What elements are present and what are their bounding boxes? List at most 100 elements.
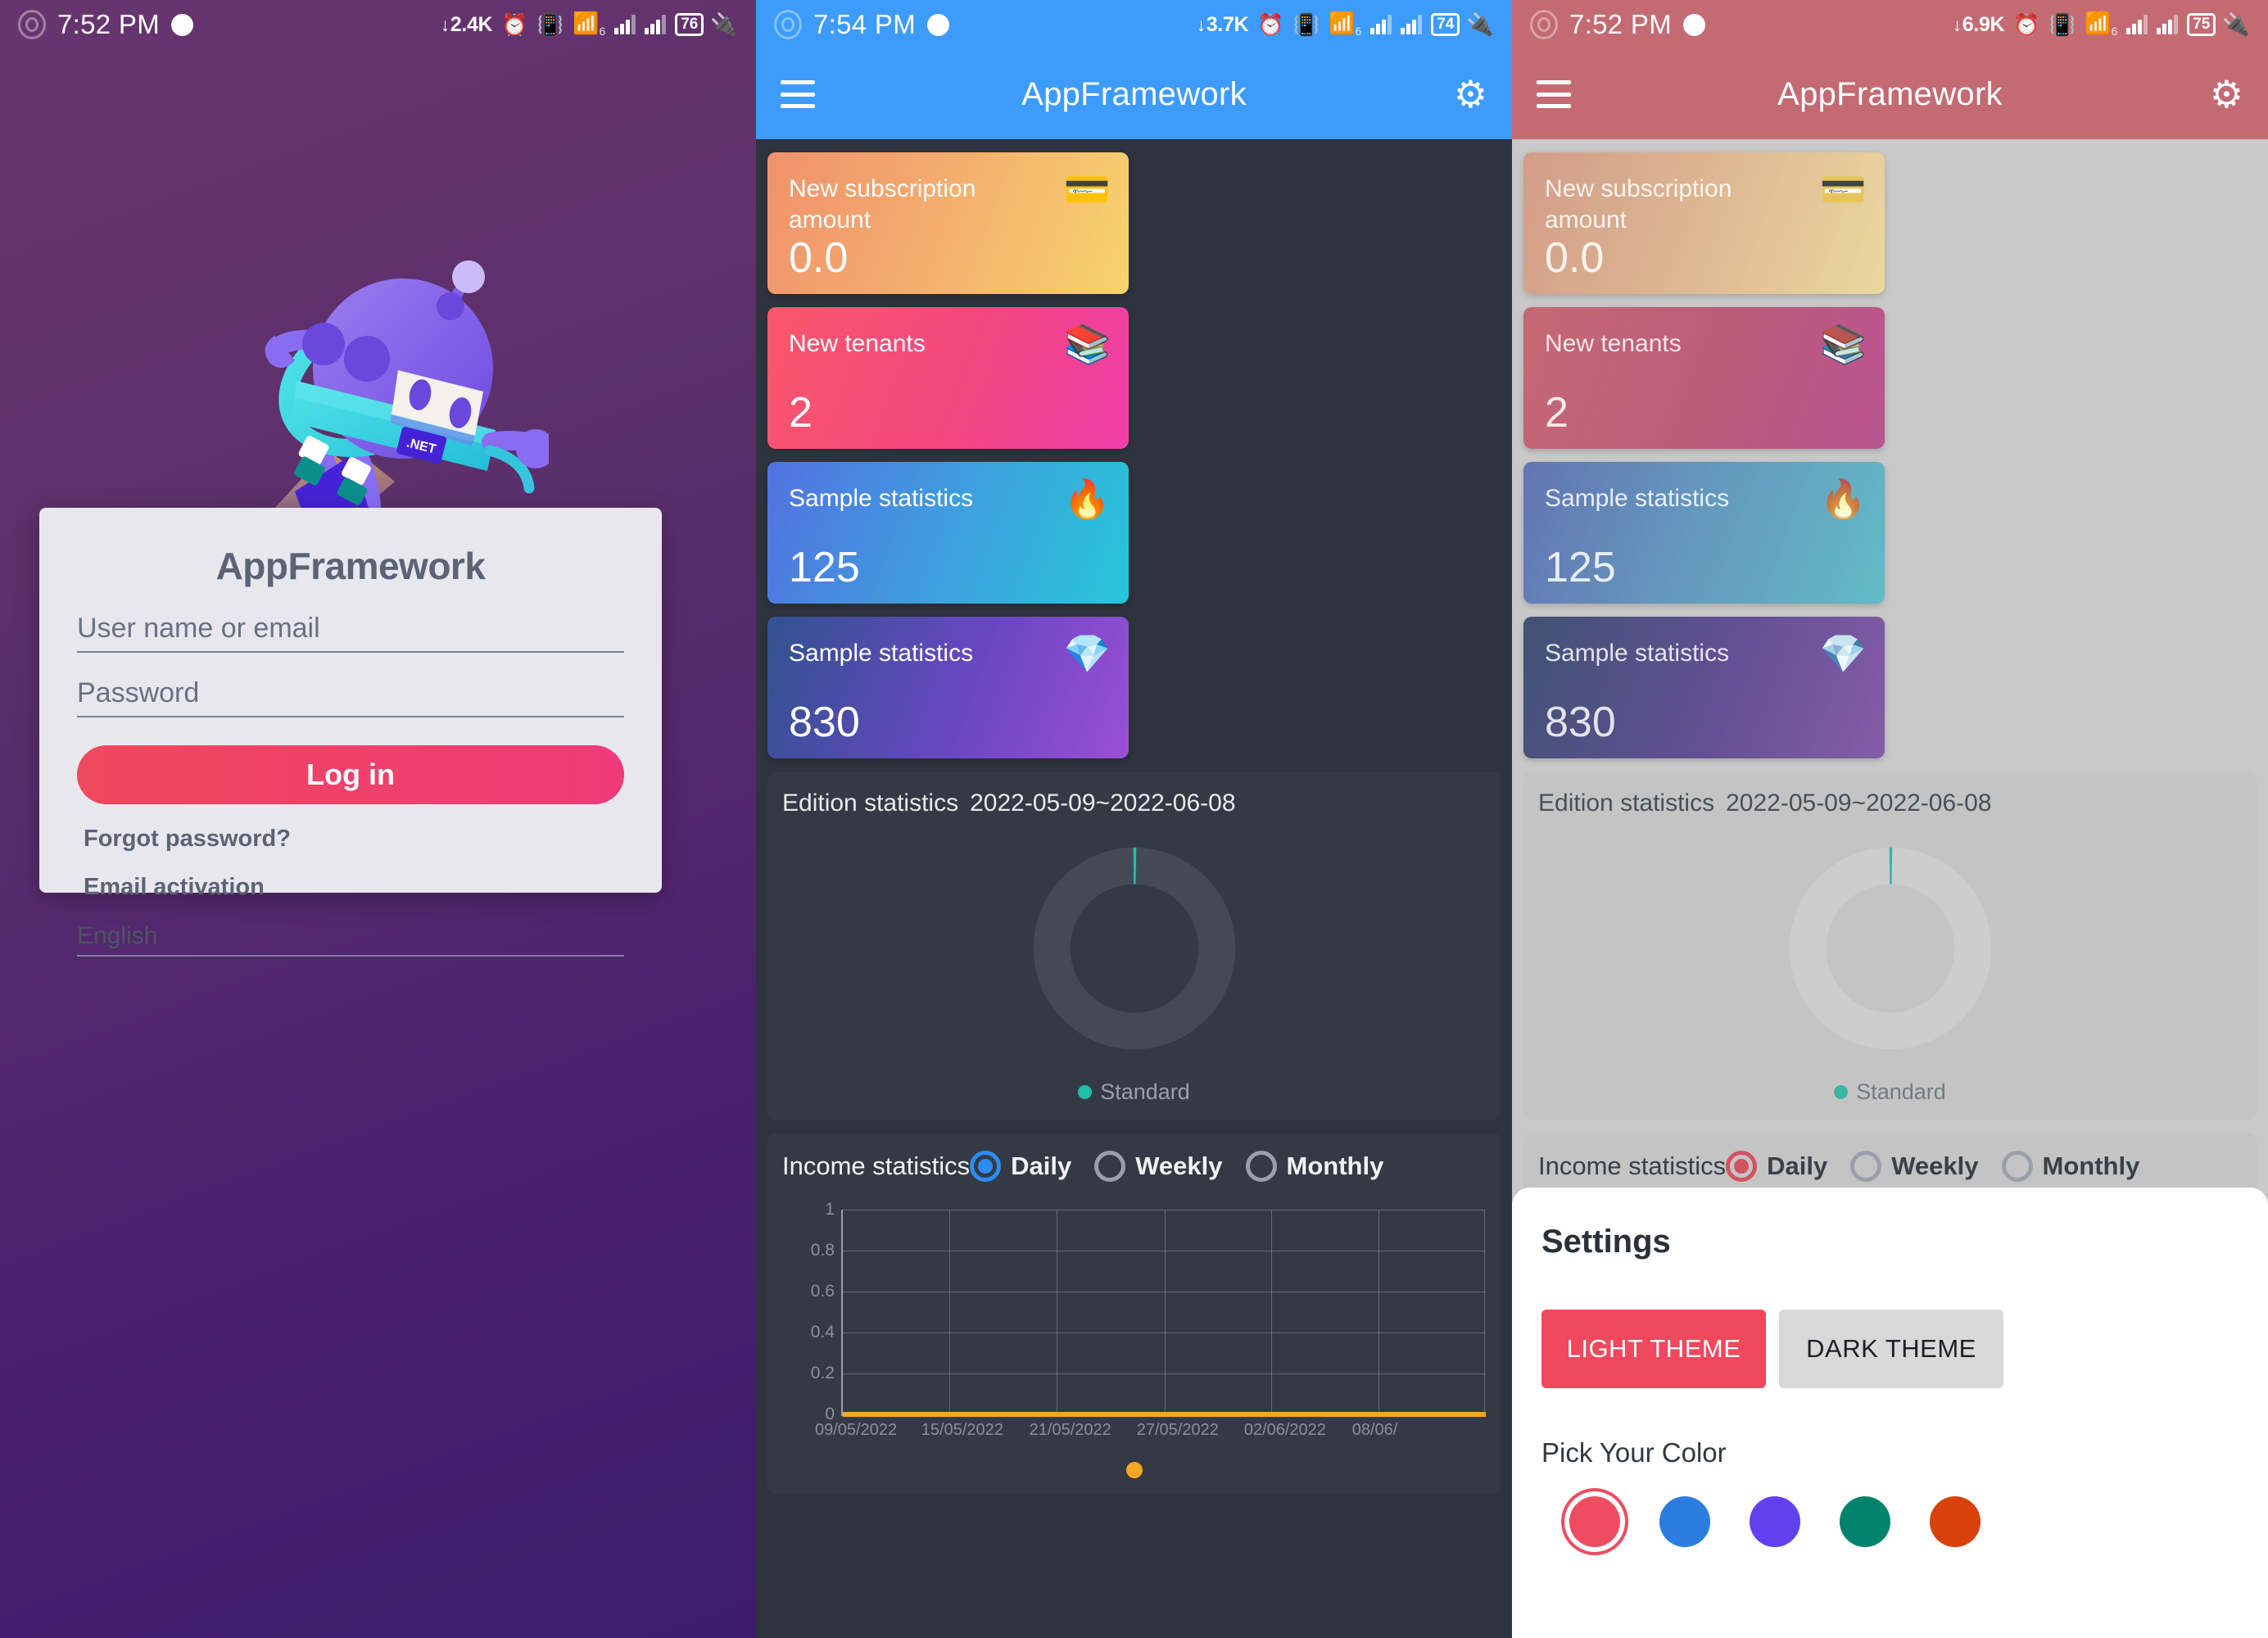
wallet-icon: 💳 [1063,168,1111,210]
stat-card-sample-statistics-830[interactable]: Sample statistics 💎 830 [1523,617,1885,758]
edition-donut-chart[interactable] [1538,817,2242,1079]
stat-card-title: Sample statistics [789,640,974,667]
radio-weekly-icon[interactable] [1094,1151,1126,1182]
edition-statistics-title: Edition statistics [1538,790,1715,817]
x-tick: 15/05/2022 [921,1421,1003,1439]
vibrate-icon: 📳 [1292,12,1320,37]
stat-card-title: New subscription amount [1545,175,1732,233]
stat-card-new-subscription-amount[interactable]: New subscription amount 💳 0.0 [767,152,1129,294]
app-bar-light: AppFramework ⚙ [1512,49,2268,139]
color-swatch-green[interactable] [1840,1496,1890,1547]
language-value: English [77,922,158,949]
income-statistics-header: Income statistics Daily Weekly Monthly [782,1151,1486,1182]
signal-sim1-icon [614,15,636,34]
edition-statistics-header: Edition statistics 2022-05-09~2022-06-08 [782,790,1486,817]
radio-daily-label: Daily [1011,1152,1072,1180]
radio-option-monthly[interactable]: Monthly [2001,1151,2140,1182]
stat-card-title: Sample statistics [1545,640,1730,667]
x-tick: 09/05/2022 [815,1421,898,1439]
status-bar-dashboard-dark: 7:54 PM 6 ↓ 3.7K ⏰ 📳 📶6 74 🔌 [756,0,1512,49]
stat-card-new-tenants[interactable]: New tenants 📚 2 [767,307,1129,449]
forgot-password-link[interactable]: Forgot password? [77,826,624,853]
y-tick: 0.4 [810,1323,835,1342]
login-card: AppFramework User name or email Password… [39,508,662,957]
color-swatch-purple[interactable] [1750,1496,1800,1547]
status-time: 7:52 PM [57,9,160,39]
recording-ring-icon [1530,10,1558,39]
radio-monthly-label: Monthly [2042,1152,2140,1180]
status-bar-right: ↓ 3.7K ⏰ 📳 📶6 74 🔌 [1197,11,1494,38]
hamburger-menu-icon[interactable] [1537,80,1571,108]
light-theme-button[interactable]: LIGHT THEME [1541,1310,1766,1388]
stat-card-title: Sample statistics [789,485,974,512]
stat-card-title: New tenants [789,330,926,357]
donut-svg [1033,847,1235,1050]
vibrate-icon: 📳 [2048,12,2076,37]
status-time: 7:52 PM [1569,9,1672,39]
plug-icon: 🔌 [710,12,738,37]
layers-icon: 📚 [1063,323,1111,365]
radio-weekly-icon[interactable] [1850,1151,1882,1182]
app-bar-dark: AppFramework ⚙ [756,49,1512,139]
hamburger-menu-icon[interactable] [781,80,815,108]
income-series-line [843,1412,1486,1417]
status-bar-dashboard-light: 7:52 PM 6 ↓ 6.9K ⏰ 📳 📶6 75 🔌 [1512,0,2268,49]
stat-card-sample-statistics-125[interactable]: Sample statistics 🔥 125 [1523,462,1885,604]
download-speed-indicator: ↓ 6.9K [1953,12,2005,36]
stat-card-sample-statistics-830[interactable]: Sample statistics 💎 830 [767,617,1129,758]
radio-option-daily[interactable]: Daily [1726,1151,1827,1182]
email-activation-link[interactable]: Email activation [77,874,624,901]
dark-theme-button[interactable]: DARK THEME [1779,1310,2003,1388]
y-tick: 0.6 [810,1282,835,1301]
legend-color-dot [1834,1085,1849,1099]
radio-monthly-icon[interactable] [1245,1151,1277,1182]
status-bar-left: 7:52 PM 6 [1530,9,1705,40]
gear-icon[interactable]: ⚙ [1454,75,1487,113]
radio-monthly-label: Monthly [1286,1152,1384,1180]
username-field[interactable]: User name or email [77,613,624,653]
wifi-generation-label: 6 [1355,25,1362,38]
color-swatch-red[interactable] [1569,1496,1620,1547]
radio-option-weekly[interactable]: Weekly [1850,1151,1979,1182]
stat-card-new-tenants[interactable]: New tenants 📚 2 [1523,307,1885,449]
plug-icon: 🔌 [1466,12,1494,37]
signal-sim2-icon [645,15,667,34]
login-button[interactable]: Log in [77,745,624,804]
alarm-icon: ⏰ [2013,12,2040,37]
stat-card-value: 2 [789,389,813,437]
status-bar-login: 7:52 PM 5 ↓ 2.4K ⏰ 📳 📶6 76 🔌 [0,0,756,49]
language-selector[interactable]: English [77,922,624,957]
color-swatch-row [1541,1496,2239,1547]
battery-level: 76 [675,12,704,37]
radio-option-weekly[interactable]: Weekly [1094,1151,1223,1182]
diamond-icon: 💎 [1819,632,1867,675]
edition-statistics-section: Edition statistics 2022-05-09~2022-06-08… [1523,771,2257,1120]
x-tick: 21/05/2022 [1029,1421,1111,1439]
download-speed-indicator: ↓ 3.7K [1197,12,1249,36]
radio-monthly-icon[interactable] [2001,1151,2033,1182]
radio-option-monthly[interactable]: Monthly [1245,1151,1384,1182]
app-bar-title: AppFramework [1777,75,2003,112]
income-line-chart[interactable]: 1 0.8 0.6 0.4 0.2 0 09/05/2022 15/05/202… [782,1200,1486,1449]
color-swatch-orange[interactable] [1930,1496,1981,1547]
x-tick: 02/06/2022 [1243,1421,1326,1439]
color-swatch-blue[interactable] [1659,1496,1710,1547]
password-placeholder: Password [77,677,200,708]
wifi-icon: 📶6 [2085,10,2118,38]
signal-sim2-icon [1401,15,1423,34]
edition-donut-chart[interactable] [782,817,1486,1079]
radio-daily-icon[interactable] [1726,1151,1758,1182]
stat-card-new-subscription-amount[interactable]: New subscription amount 💳 0.0 [1523,152,1885,294]
stat-card-grid: New subscription amount 💳 0.0 New tenant… [767,152,1501,758]
password-field[interactable]: Password [77,677,624,717]
stat-card-value: 0.0 [1545,234,1605,282]
stat-card-sample-statistics-125[interactable]: Sample statistics 🔥 125 [767,462,1129,604]
radio-option-daily[interactable]: Daily [970,1151,1071,1182]
gear-icon[interactable]: ⚙ [2210,75,2243,113]
radio-daily-icon[interactable] [970,1151,1002,1182]
stat-card-value: 125 [789,544,860,591]
donut-svg [1789,847,1991,1050]
dashboard-body-dark: New subscription amount 💳 0.0 New tenant… [756,139,1512,1506]
signal-sim1-icon [1370,15,1392,34]
status-bar-left: 7:54 PM 6 [774,9,949,40]
